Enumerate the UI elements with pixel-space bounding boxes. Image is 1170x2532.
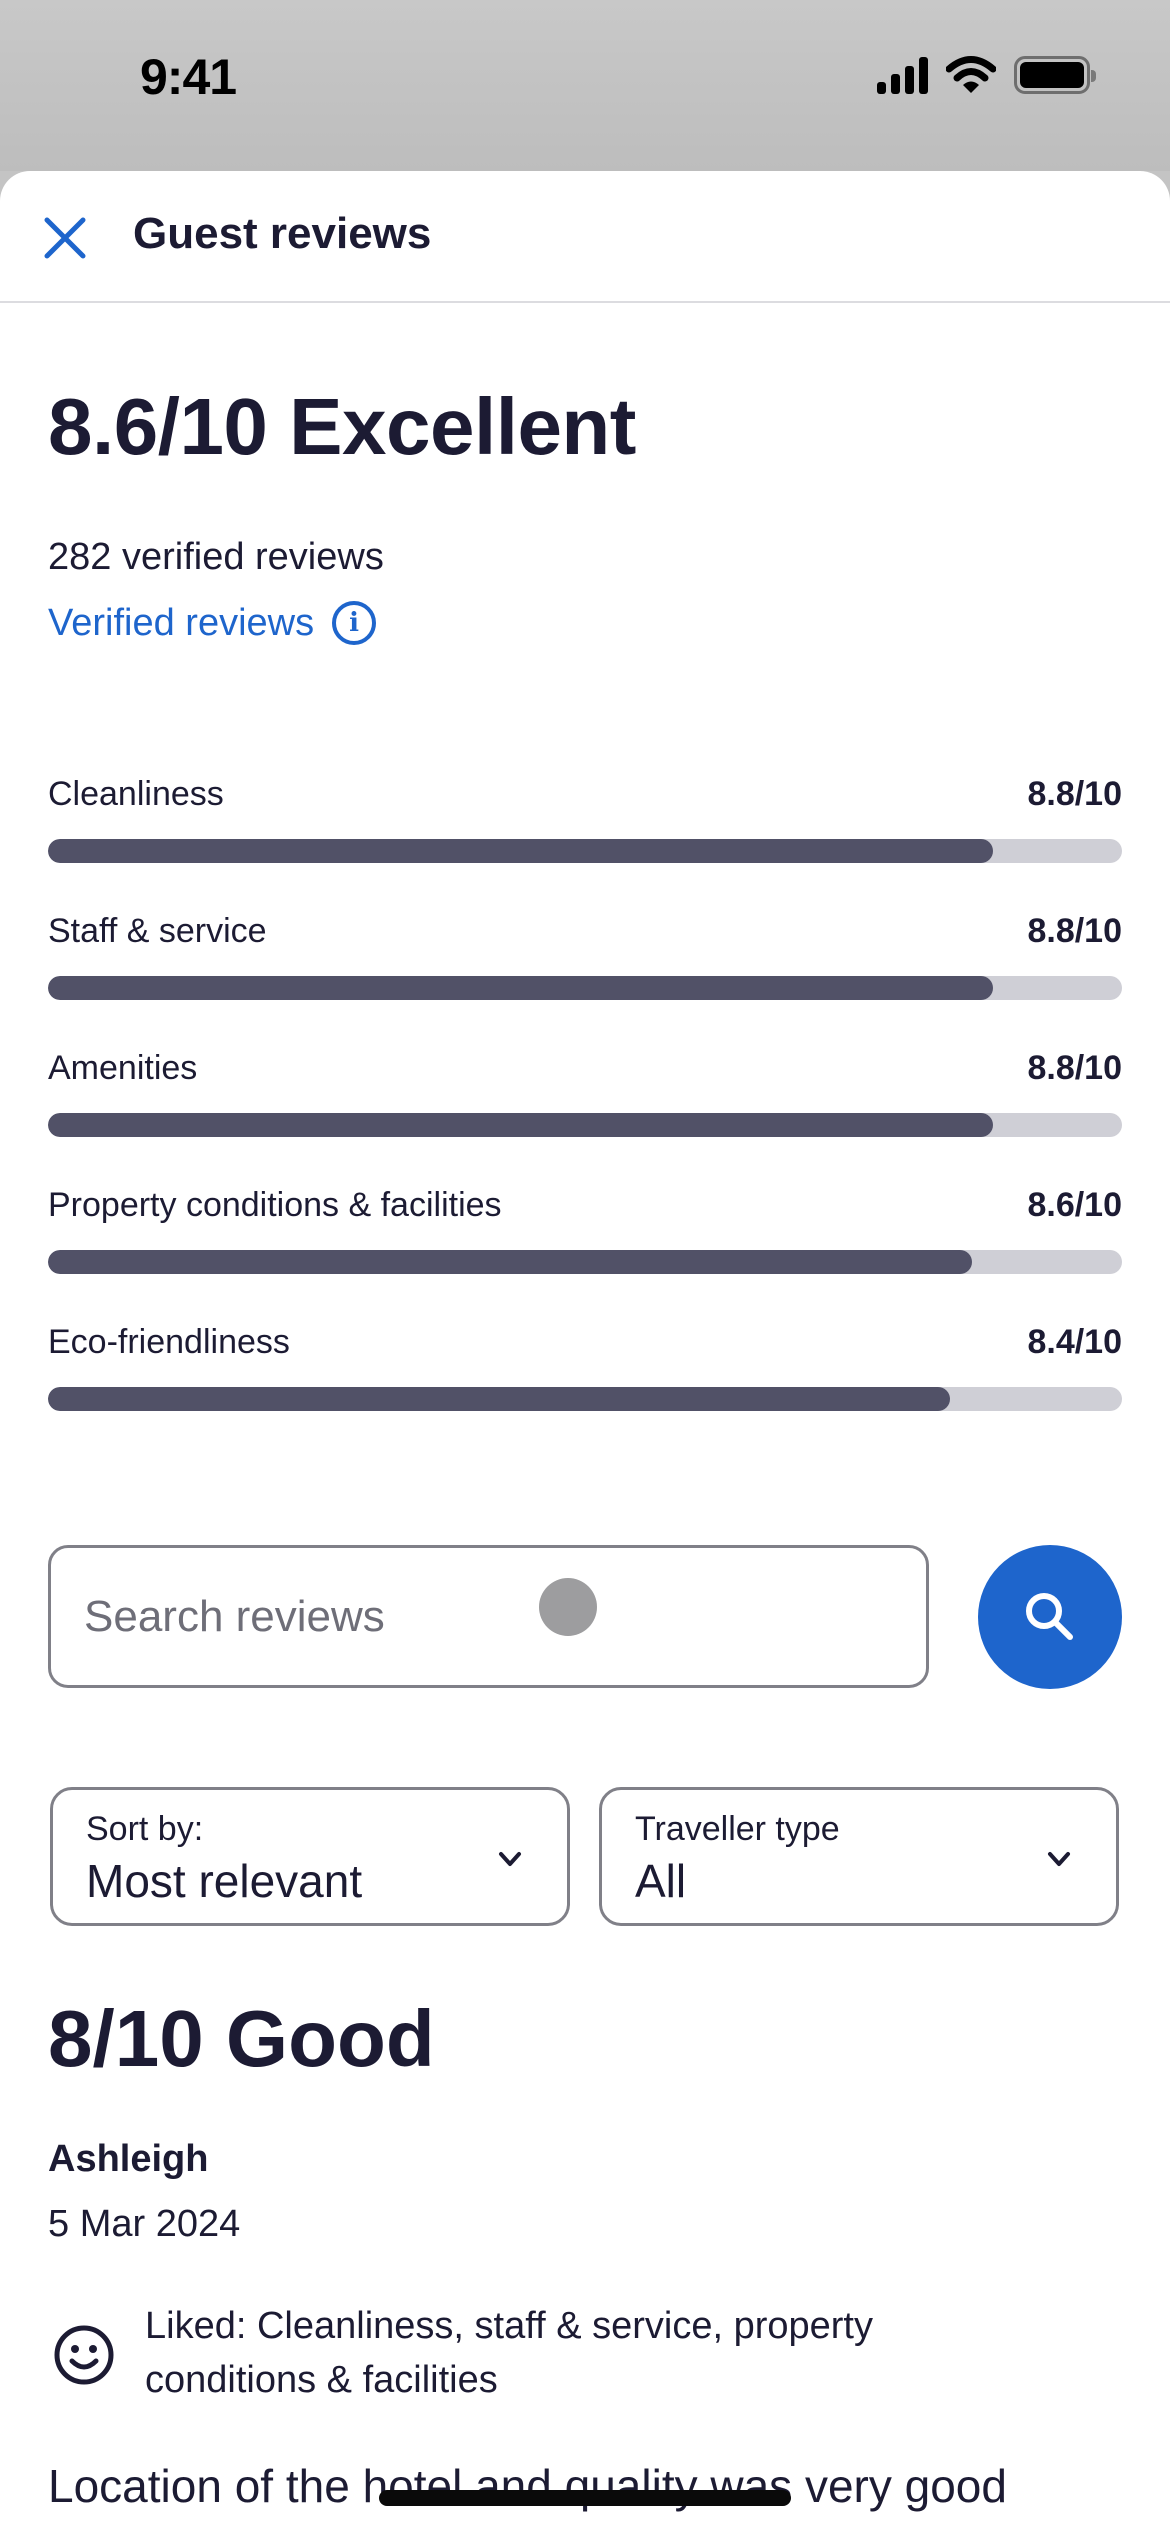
search-button[interactable] <box>978 1545 1122 1689</box>
wifi-icon <box>946 56 996 93</box>
review-score: 8/10 Good <box>48 1994 435 2083</box>
category-score: 8.4/10 <box>1027 1323 1122 1361</box>
sheet-header: Guest reviews <box>0 171 1170 303</box>
chevron-down-icon <box>1048 1852 1070 1866</box>
category-label: Cleanliness <box>48 775 224 813</box>
status-bar: 9:41 <box>0 0 1170 171</box>
score-bar-track <box>48 839 1122 863</box>
battery-icon <box>1014 56 1096 94</box>
category-label: Eco-friendliness <box>48 1323 290 1361</box>
category-score: 8.8/10 <box>1027 1049 1122 1087</box>
chevron-down-icon <box>499 1852 521 1866</box>
category-label: Staff & service <box>48 912 267 950</box>
verified-reviews-link[interactable]: Verified reviews i <box>48 601 377 645</box>
traveller-type-label: Traveller type <box>635 1810 840 1848</box>
status-icons <box>877 56 1096 94</box>
sort-by-dropdown[interactable]: Sort by: Most relevant <box>50 1787 570 1926</box>
score-bar-fill <box>48 1113 994 1137</box>
reviewer-name: Ashleigh <box>48 2138 209 2180</box>
page-title: Guest reviews <box>133 209 432 258</box>
sort-by-label: Sort by: <box>86 1810 204 1848</box>
reviews-sheet: Guest reviews 8.6/10 Excellent 282 verif… <box>0 171 1170 2532</box>
info-icon[interactable]: i <box>332 601 377 645</box>
score-bar-fill <box>48 976 994 1000</box>
score-bar-fill <box>48 839 994 863</box>
review-date: 5 Mar 2024 <box>48 2203 241 2245</box>
review-count: 282 verified reviews <box>48 536 384 578</box>
liked-text: Liked: Cleanliness, staff & service, pro… <box>145 2305 873 2401</box>
close-button[interactable] <box>40 213 90 263</box>
close-icon <box>44 217 86 259</box>
category-label: Amenities <box>48 1049 198 1087</box>
review-body: Location of the hotel and quality was ve… <box>48 2460 1007 2512</box>
category-score: 8.8/10 <box>1027 912 1122 950</box>
score-bar-track <box>48 1113 1122 1137</box>
cellular-signal-icon <box>877 56 928 94</box>
traveller-type-value: All <box>635 1855 687 1907</box>
overall-rating: 8.6/10 Excellent <box>48 382 636 471</box>
score-bar-fill <box>48 1387 951 1411</box>
score-bar-track <box>48 1387 1122 1411</box>
category-score: 8.6/10 <box>1027 1186 1122 1224</box>
touch-indicator <box>539 1578 597 1636</box>
status-time: 9:41 <box>140 49 237 105</box>
smiley-icon <box>54 2325 114 2385</box>
search-input[interactable] <box>84 1548 884 1685</box>
score-bar-fill <box>48 1250 972 1274</box>
search-field[interactable] <box>48 1545 929 1688</box>
category-score: 8.8/10 <box>1027 775 1122 813</box>
score-bar-track <box>48 976 1122 1000</box>
category-label: Property conditions & facilities <box>48 1186 502 1224</box>
search-icon <box>1026 1593 1073 1640</box>
traveller-type-dropdown[interactable]: Traveller type All <box>599 1787 1119 1926</box>
home-indicator[interactable] <box>379 2490 791 2506</box>
score-bar-track <box>48 1250 1122 1274</box>
sort-by-value: Most relevant <box>86 1855 363 1907</box>
verified-reviews-label: Verified reviews <box>48 601 315 644</box>
